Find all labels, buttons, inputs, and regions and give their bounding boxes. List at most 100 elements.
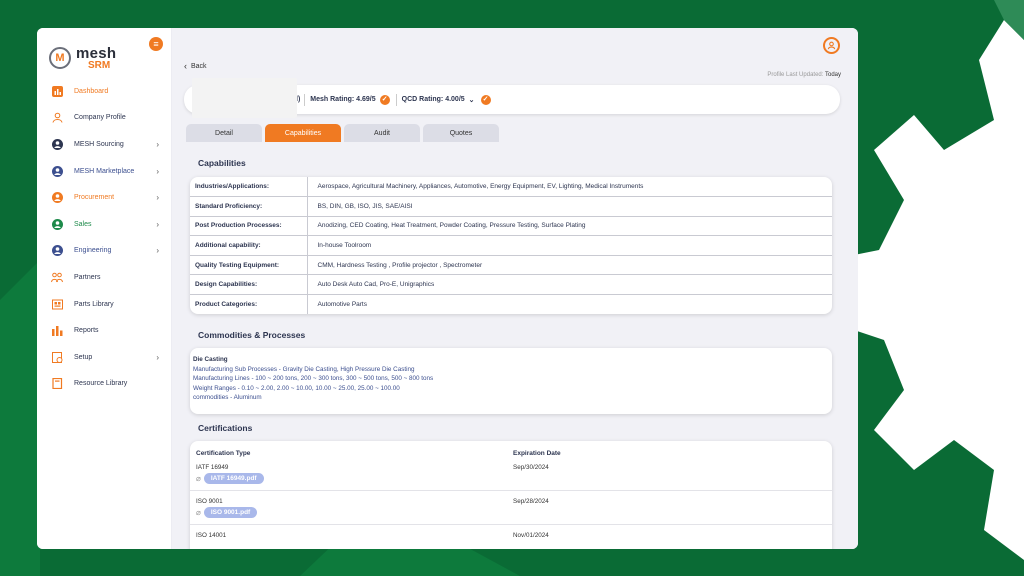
sidebar-item-engineering[interactable]: Engineering › (37, 238, 171, 265)
table-row: Additional capability: In-house Toolroom (190, 235, 832, 256)
profile-updated: Profile Last Updated: Today (767, 72, 841, 78)
commodities-card: Die Casting Manufacturing Sub Processes … (190, 348, 832, 414)
capability-value: Auto Desk Auto Cad, Pro-E, Unigraphics (307, 274, 832, 296)
tab-quotes[interactable]: Quotes (423, 124, 499, 142)
paperclip-icon: ⌀ (196, 508, 201, 517)
cert-type: ISO 9001 (196, 498, 223, 505)
logo-subtext: SRM (88, 59, 111, 71)
sidebar-item-mesh-sourcing[interactable]: MESH Sourcing › (37, 131, 171, 158)
table-row: Product Categories: Automotive Parts (190, 294, 832, 315)
sidebar-item-sales[interactable]: Sales › (37, 211, 171, 238)
sidebar-item-dashboard[interactable]: Dashboard (37, 78, 171, 105)
logo[interactable]: M mesh SRM (37, 28, 171, 76)
table-row: Industries/Applications: Aerospace, Agric… (190, 177, 832, 198)
cert-header: Certification Type Expiration Date (190, 441, 832, 457)
sidebar-item-label: Engineering (74, 247, 112, 255)
menu-toggle-icon[interactable]: ≡ (149, 37, 163, 51)
sidebar: M mesh SRM ≡ Dashboard Company Profile MES… (37, 28, 172, 549)
user-circle-icon (51, 245, 63, 257)
user-avatar-icon[interactable] (823, 37, 840, 54)
chevron-right-icon: › (156, 166, 159, 176)
sidebar-item-label: MESH Marketplace (74, 167, 135, 175)
table-row: Quality Testing Equipment: CMM, Hardness … (190, 255, 832, 276)
back-label: Back (191, 62, 207, 70)
capability-label: Quality Testing Equipment: (190, 255, 308, 276)
sidebar-item-procurement[interactable]: Procurement › (37, 184, 171, 211)
sidebar-item-label: Resource Library (74, 380, 128, 388)
capabilities-card: Industries/Applications: Aerospace, Agric… (190, 177, 832, 315)
sidebar-item-label: Procurement (74, 194, 115, 202)
logo-text: mesh (76, 44, 117, 62)
capabilities-table: Industries/Applications: Aerospace, Agric… (190, 177, 832, 315)
book-icon (51, 378, 63, 390)
sidebar-item-setup[interactable]: Setup › (37, 344, 171, 371)
sidebar-item-partners[interactable]: Partners (37, 264, 171, 291)
user-icon (51, 112, 63, 124)
parts-icon (51, 298, 63, 310)
chevron-right-icon: › (156, 246, 159, 256)
sidebar-item-label: Company Profile (74, 114, 126, 122)
capability-value: CMM, Hardness Testing , Profile projecto… (307, 255, 832, 276)
back-button[interactable]: ‹ Back (184, 61, 207, 71)
chevron-left-icon: ‹ (184, 61, 187, 71)
tab-audit[interactable]: Audit (344, 124, 420, 142)
capability-label: Design Capabilities: (190, 274, 308, 296)
certifications-title: Certifications (198, 423, 253, 433)
commodity-line: Manufacturing Sub Processes - Gravity Di… (193, 365, 415, 373)
company-name-redacted (192, 78, 297, 118)
col-expiration: Expiration Date (513, 450, 561, 457)
commodity-head: Die Casting (193, 356, 228, 363)
chevron-down-icon[interactable]: ⌄ (469, 96, 475, 104)
cert-type: ISO 14001 (196, 532, 227, 539)
mesh-rating: Mesh Rating: 4.69/5 (310, 96, 376, 103)
user-circle-icon (51, 192, 63, 204)
cert-row: ISO 14001 Nov/01/2024 (190, 525, 832, 549)
check-icon: ✓ (480, 94, 491, 105)
capability-label: Additional capability: (190, 235, 308, 256)
cert-expiration: Sep/28/2024 (513, 498, 549, 505)
table-row: Standard Proficiency: BS, DIN, GB, ISO, J… (190, 196, 832, 217)
chevron-right-icon: › (156, 352, 159, 362)
check-icon: ✓ (379, 94, 390, 105)
cert-expiration: Nov/01/2024 (513, 532, 549, 539)
cert-type: IATF 16949 (196, 464, 229, 471)
sidebar-item-label: Setup (74, 353, 93, 361)
chevron-right-icon: › (156, 193, 159, 203)
cert-file-link[interactable]: IATF 16949.pdf (203, 473, 264, 484)
user-circle-icon (51, 138, 63, 150)
user-circle-icon (51, 218, 63, 230)
capability-label: Post Production Processes: (190, 216, 308, 237)
sidebar-item-label: Sales (74, 220, 92, 228)
capabilities-title: Capabilities (198, 158, 246, 168)
app-window: M mesh SRM ≡ Dashboard Company Profile MES… (37, 28, 858, 549)
sidebar-item-parts-library[interactable]: Parts Library (37, 291, 171, 318)
capability-label: Industries/Applications: (190, 177, 308, 198)
commodities-title: Commodities & Processes (198, 330, 306, 340)
table-row: Post Production Processes: Anodizing, CED… (190, 216, 832, 237)
sidebar-item-company-profile[interactable]: Company Profile (37, 105, 171, 132)
sidebar-item-label: Dashboard (74, 87, 109, 95)
sidebar-item-reports[interactable]: Reports (37, 317, 171, 344)
capability-value: BS, DIN, GB, ISO, JIS, SAE/AISI (307, 196, 832, 217)
commodity-line: Manufacturing Lines - 100 ~ 200 tons, 20… (193, 375, 434, 383)
cert-expiration: Sep/30/2024 (513, 464, 549, 471)
user-circle-icon (51, 165, 63, 177)
commodity-line: Weight Ranges - 0.10 ~ 2.00, 2.00 ~ 10.0… (193, 384, 400, 392)
qcd-rating: QCD Rating: 4.00/5 (401, 96, 465, 103)
tab-detail[interactable]: Detail (186, 124, 262, 142)
sidebar-item-label: Parts Library (74, 300, 114, 308)
cert-row: ISO 9001 ⌀ ISO 9001.pdf Sep/28/2024 (190, 491, 832, 525)
sidebar-item-resource-library[interactable]: Resource Library (37, 371, 171, 398)
cert-file-link[interactable]: ISO 9001.pdf (203, 507, 258, 518)
sidebar-nav: Dashboard Company Profile MESH Sourcing › ME… (37, 78, 171, 397)
capability-value: Aerospace, Agricultural Machinery, Appli… (307, 177, 832, 198)
certifications-card: Certification Type Expiration Date IATF … (190, 441, 832, 549)
sidebar-item-label: Partners (74, 273, 101, 281)
bar-chart-icon (51, 85, 63, 97)
sidebar-item-mesh-marketplace[interactable]: MESH Marketplace › (37, 158, 171, 185)
table-row: Design Capabilities: Auto Desk Auto Cad, … (190, 274, 832, 296)
setup-icon (51, 351, 63, 363)
capability-value: In-house Toolroom (307, 235, 832, 256)
tab-capabilities[interactable]: Capabilities (265, 124, 341, 142)
logo-mark-icon: M (49, 47, 71, 69)
